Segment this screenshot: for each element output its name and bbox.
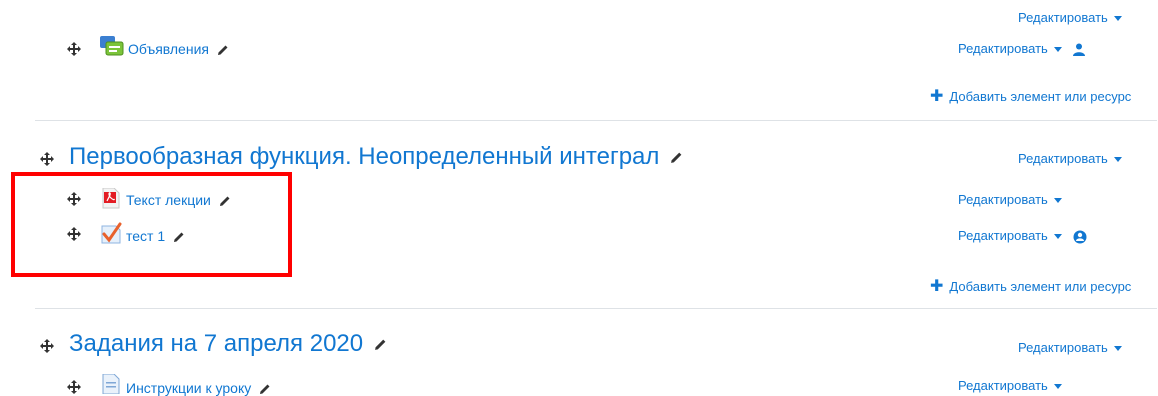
edit-label: Редактировать (1018, 10, 1108, 25)
add-activity-link[interactable]: ✚ Добавить элемент или ресурс (930, 276, 1131, 296)
page-icon (102, 374, 120, 394)
chevron-down-icon (1053, 198, 1062, 204)
section-edit-menu[interactable]: Редактировать (1018, 151, 1122, 166)
section-divider (35, 120, 1157, 121)
section-edit-menu[interactable]: Редактировать (1018, 340, 1122, 355)
edit-label: Редактировать (958, 228, 1048, 243)
plus-icon: ✚ (930, 278, 944, 295)
move-icon[interactable] (67, 42, 81, 56)
activity-edit-menu[interactable]: Редактировать (958, 41, 1086, 57)
add-label: Добавить элемент или ресурс (949, 279, 1132, 294)
chevron-down-icon (1053, 234, 1062, 240)
chevron-down-icon (1113, 157, 1122, 163)
move-icon[interactable] (40, 339, 54, 353)
section-divider (35, 308, 1157, 309)
section-title-text: Первообразная функция. Неопределенный ин… (69, 143, 660, 170)
section-title[interactable]: Первообразная функция. Неопределенный ин… (69, 143, 683, 171)
activity-edit-menu[interactable]: Редактировать (958, 378, 1062, 393)
activity-edit-menu[interactable]: Редактировать (958, 228, 1087, 244)
highlight-box (11, 172, 292, 277)
chevron-down-icon (1053, 47, 1062, 53)
pencil-icon[interactable] (374, 338, 387, 351)
chevron-down-icon (1113, 16, 1122, 22)
group-mode-icon[interactable] (1073, 230, 1087, 244)
user-icon[interactable] (1073, 43, 1086, 57)
pencil-icon[interactable] (670, 151, 683, 164)
section0-edit-menu[interactable]: Редактировать (1018, 10, 1122, 25)
pencil-icon[interactable] (217, 44, 229, 56)
plus-icon: ✚ (930, 88, 944, 105)
edit-label: Редактировать (958, 192, 1048, 207)
add-activity-link[interactable]: ✚ Добавить элемент или ресурс (930, 86, 1131, 106)
move-icon[interactable] (67, 380, 81, 394)
edit-label: Редактировать (958, 378, 1048, 393)
edit-label: Редактировать (958, 41, 1048, 56)
activity-edit-menu[interactable]: Редактировать (958, 192, 1062, 207)
forum-icon (100, 36, 124, 56)
section-title-text: Задания на 7 апреля 2020 (69, 330, 364, 357)
activity-label: Объявления (128, 41, 209, 57)
activity-link-announcements[interactable]: Объявления (128, 41, 229, 57)
pencil-icon[interactable] (259, 383, 271, 395)
section-title[interactable]: Задания на 7 апреля 2020 (69, 330, 387, 358)
edit-label: Редактировать (1018, 151, 1108, 166)
move-icon[interactable] (40, 152, 54, 166)
chevron-down-icon (1113, 346, 1122, 352)
chevron-down-icon (1053, 384, 1062, 390)
edit-label: Редактировать (1018, 340, 1108, 355)
add-label: Добавить элемент или ресурс (949, 89, 1132, 104)
